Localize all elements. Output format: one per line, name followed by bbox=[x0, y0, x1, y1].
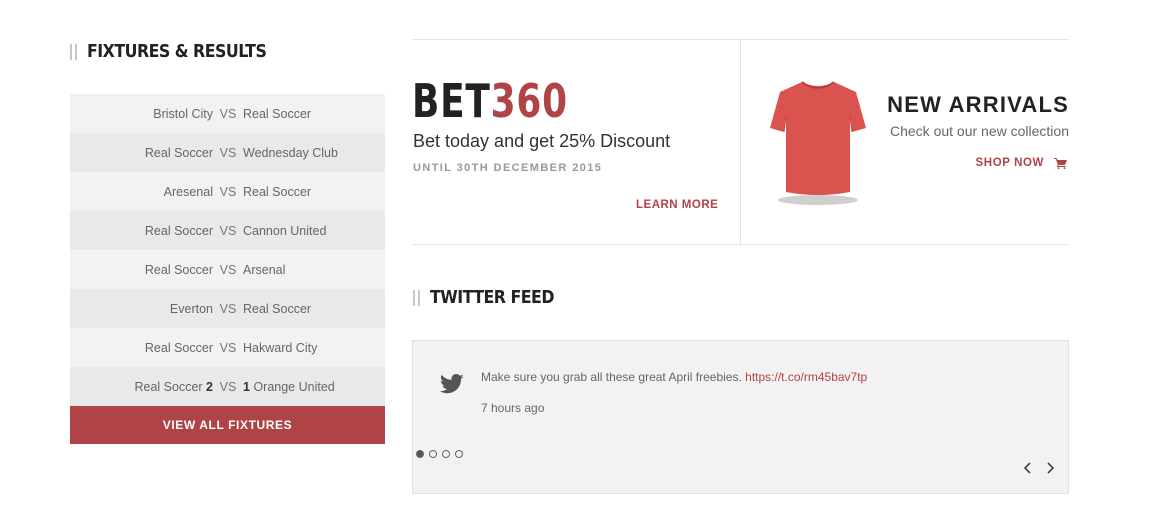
vs-label: VS bbox=[219, 223, 237, 238]
bet-logo-part1: BET bbox=[412, 74, 491, 128]
shop-now-label: SHOP NOW bbox=[975, 157, 1044, 169]
fixture-row[interactable]: Real Soccer VS Arsenal bbox=[70, 250, 385, 289]
vs-label: VS bbox=[219, 106, 237, 121]
fixture-away: Wednesday Club bbox=[243, 146, 385, 160]
heading-bars-icon bbox=[413, 289, 420, 306]
vs-label: VS bbox=[219, 145, 237, 160]
fixture-away: Hakward City bbox=[243, 341, 385, 355]
fixture-row[interactable]: Aresenal VS Real Soccer bbox=[70, 172, 385, 211]
fixture-home: Real Soccer 2 bbox=[70, 380, 213, 394]
carousel-dots bbox=[416, 450, 463, 458]
home-team: Real Soccer bbox=[144, 223, 213, 238]
fixtures-title: FIXTURES & RESULTS bbox=[87, 41, 267, 62]
shop-now-link[interactable]: SHOP NOW bbox=[976, 157, 1067, 169]
home-team: Aresenal bbox=[163, 184, 213, 199]
fixture-home: Bristol City bbox=[70, 107, 213, 121]
carousel-dot[interactable] bbox=[429, 450, 437, 458]
fixture-away: Cannon United bbox=[243, 224, 385, 238]
away-team: Real Soccer bbox=[243, 106, 312, 121]
chevron-right-icon[interactable] bbox=[1044, 461, 1056, 475]
promo-bottom-divider bbox=[412, 244, 1069, 245]
tshirt-image[interactable] bbox=[768, 76, 868, 208]
bet-until-date: UNTIL 30TH DECEMBER 2015 bbox=[413, 162, 603, 174]
new-arrivals-subtitle: Check out our new collection bbox=[890, 123, 1069, 139]
tweet-link[interactable]: https://t.co/rm45bav7tp bbox=[745, 370, 867, 384]
carousel-arrows bbox=[1022, 461, 1056, 475]
twitter-feed-box bbox=[412, 340, 1069, 494]
away-team: Real Soccer bbox=[243, 301, 312, 316]
view-all-fixtures-button[interactable]: VIEW ALL FIXTURES bbox=[70, 406, 385, 444]
twitter-bird-icon bbox=[440, 374, 464, 394]
away-team: Real Soccer bbox=[243, 184, 312, 199]
home-team: Real Soccer bbox=[144, 340, 213, 355]
carousel-dot[interactable] bbox=[455, 450, 463, 458]
heading-bars-icon bbox=[70, 43, 77, 60]
fixture-row[interactable]: Real Soccer VS Wednesday Club bbox=[70, 133, 385, 172]
fixtures-list: Bristol City VS Real Soccer Real Soccer VS We… bbox=[70, 94, 385, 444]
bet-subtitle: Bet today and get 25% Discount bbox=[413, 131, 671, 151]
vs-label: VS bbox=[219, 262, 237, 277]
fixture-away: Real Soccer bbox=[243, 302, 385, 316]
home-team: Bristol City bbox=[153, 106, 213, 121]
home-team: Real Soccer bbox=[134, 379, 203, 394]
fixture-home: Real Soccer bbox=[70, 341, 213, 355]
tweet-body: Make sure you grab all these great April… bbox=[481, 370, 742, 384]
fixture-home: Everton bbox=[70, 302, 213, 316]
fixture-away: 1 Orange United bbox=[243, 380, 385, 394]
fixture-away: Arsenal bbox=[243, 263, 385, 277]
away-score: 1 bbox=[243, 379, 250, 394]
away-team: Cannon United bbox=[243, 223, 327, 238]
fixture-row[interactable]: Real Soccer 2 VS 1 Orange United bbox=[70, 367, 385, 406]
vs-label: VS bbox=[219, 340, 237, 355]
home-score: 2 bbox=[206, 379, 213, 394]
carousel-dot[interactable] bbox=[442, 450, 450, 458]
fixture-home: Real Soccer bbox=[70, 224, 213, 238]
cart-icon bbox=[1054, 157, 1067, 169]
away-team: Orange United bbox=[253, 379, 335, 394]
bet360-logo[interactable]: BET360 bbox=[412, 76, 568, 126]
learn-more-link[interactable]: LEARN MORE bbox=[636, 199, 718, 211]
home-team: Real Soccer bbox=[144, 145, 213, 160]
fixture-row[interactable]: Bristol City VS Real Soccer bbox=[70, 94, 385, 133]
home-team: Real Soccer bbox=[144, 262, 213, 277]
tweet-text: Make sure you grab all these great April… bbox=[481, 370, 867, 384]
vs-label: VS bbox=[219, 184, 237, 199]
fixture-home: Real Soccer bbox=[70, 263, 213, 277]
bet-logo-part2: 360 bbox=[490, 74, 568, 128]
fixtures-heading: FIXTURES & RESULTS bbox=[70, 41, 291, 62]
chevron-left-icon[interactable] bbox=[1022, 461, 1034, 475]
fixture-away: Real Soccer bbox=[243, 107, 385, 121]
fixture-row[interactable]: Real Soccer VS Hakward City bbox=[70, 328, 385, 367]
twitter-title: TWITTER FEED bbox=[430, 287, 554, 308]
away-team: Wednesday Club bbox=[243, 145, 338, 160]
tweet-time: 7 hours ago bbox=[481, 401, 545, 415]
carousel-dot[interactable] bbox=[416, 450, 424, 458]
promo-column-divider bbox=[740, 39, 741, 244]
vs-label: VS bbox=[219, 379, 237, 394]
fixture-home: Real Soccer bbox=[70, 146, 213, 160]
vs-label: VS bbox=[219, 301, 237, 316]
fixture-row[interactable]: Everton VS Real Soccer bbox=[70, 289, 385, 328]
fixture-row[interactable]: Real Soccer VS Cannon United bbox=[70, 211, 385, 250]
new-arrivals-title: NEW ARRIVALS bbox=[887, 92, 1069, 117]
home-team: Everton bbox=[169, 301, 213, 316]
twitter-heading: TWITTER FEED bbox=[413, 287, 571, 308]
away-team: Hakward City bbox=[243, 340, 318, 355]
away-team: Arsenal bbox=[243, 262, 286, 277]
fixture-away: Real Soccer bbox=[243, 185, 385, 199]
fixture-home: Aresenal bbox=[70, 185, 213, 199]
